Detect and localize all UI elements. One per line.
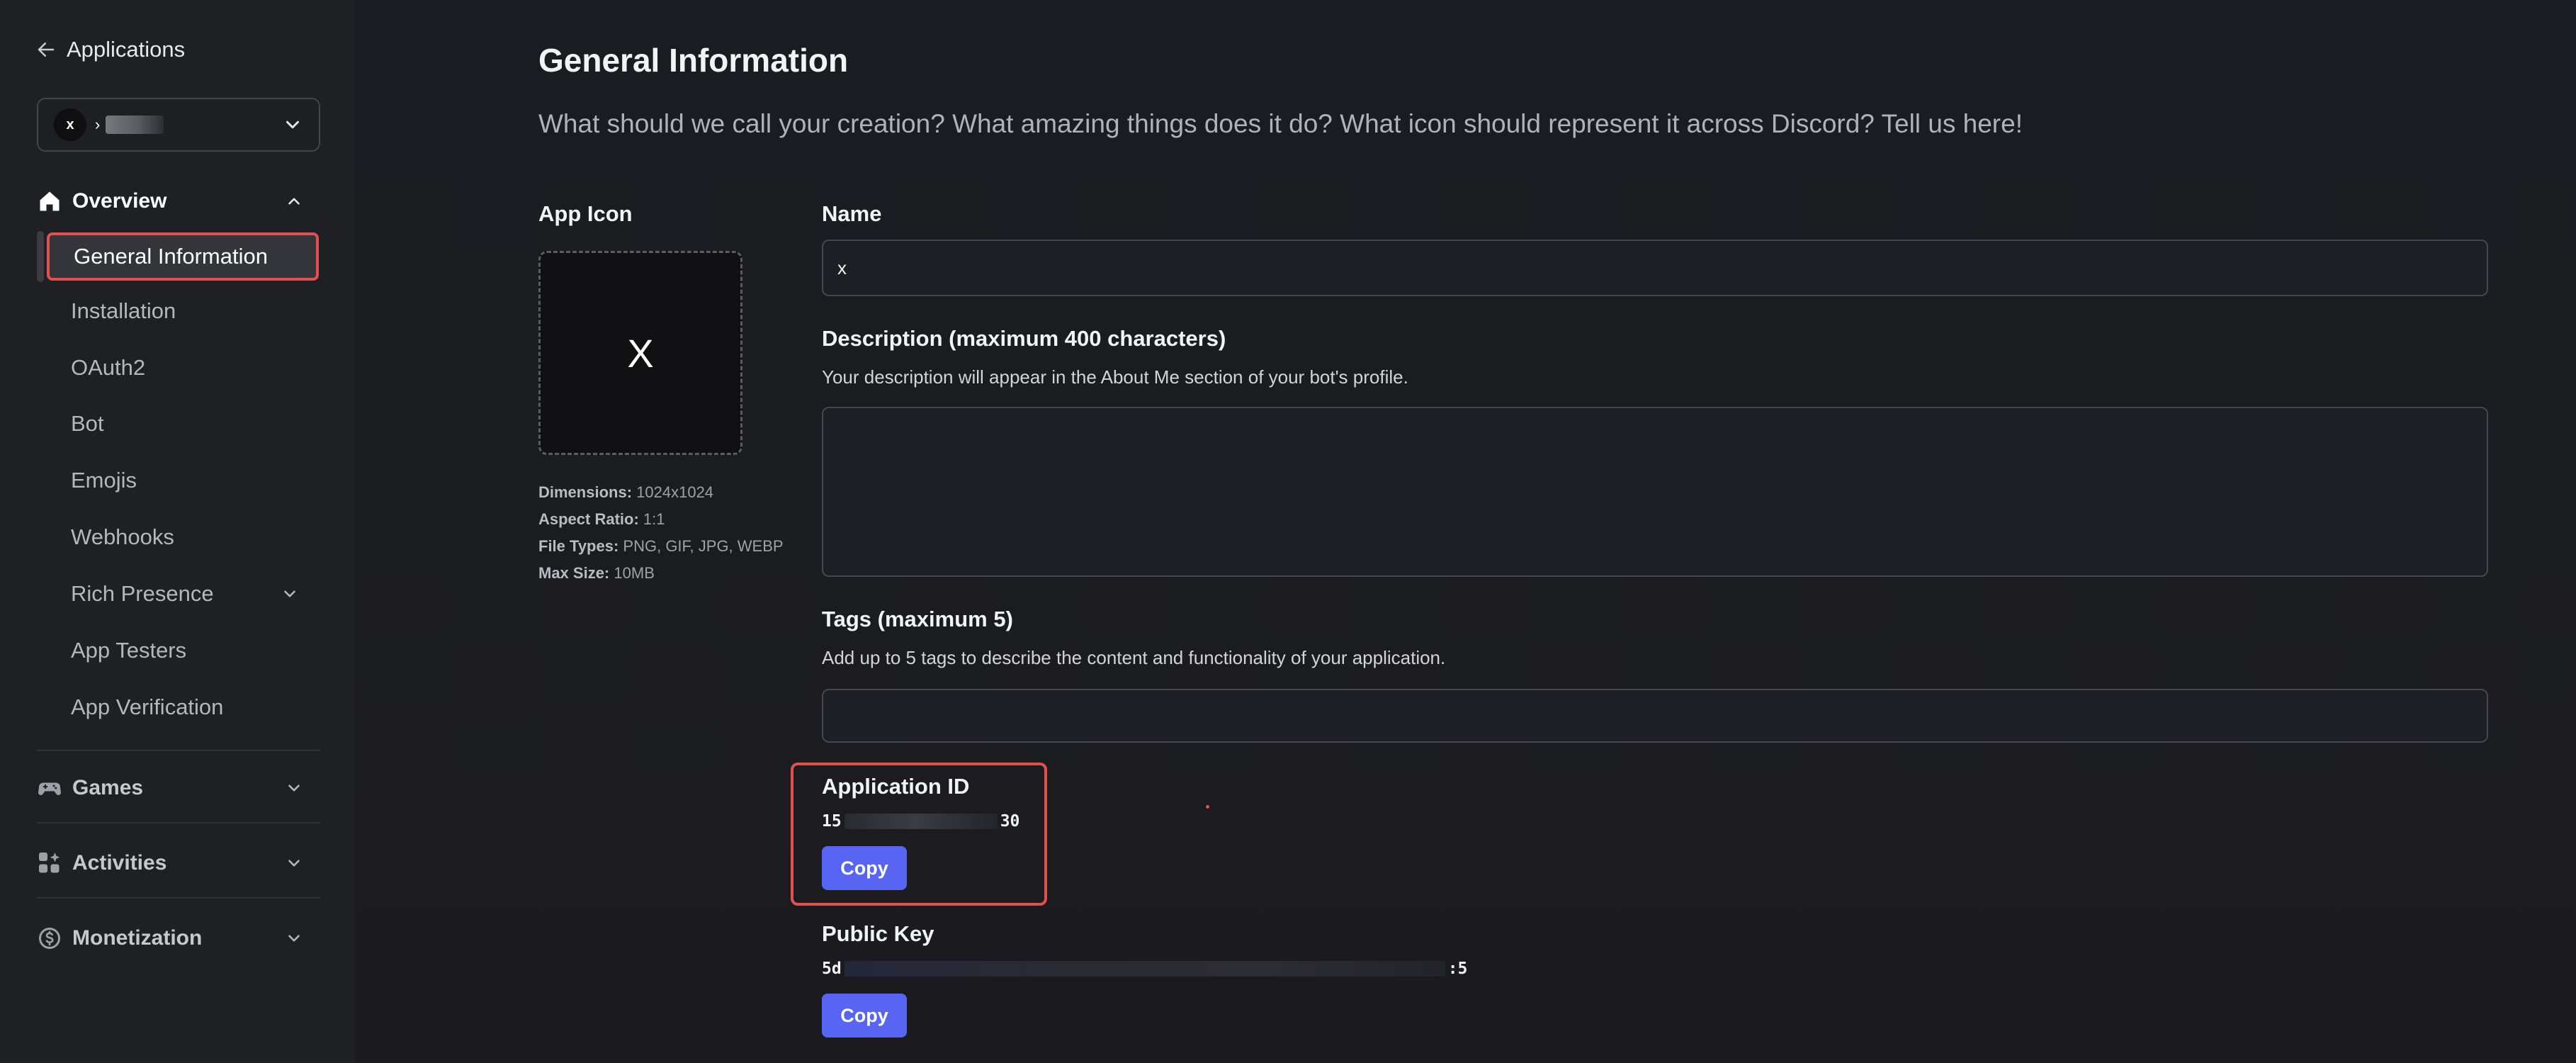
tags-label: Tags (maximum 5) [822, 607, 1013, 631]
divider [37, 822, 320, 823]
redacted-public-key [844, 961, 1445, 977]
chevron-down-icon [288, 784, 300, 792]
back-link-label: Applications [67, 37, 186, 62]
nav-section-overview[interactable]: Overview [37, 181, 320, 221]
nav-section-games[interactable]: Games [37, 768, 320, 808]
application-id-label: Application ID [822, 774, 970, 799]
sidebar-item-label: Installation [71, 298, 176, 323]
application-id-value: 15 30 [822, 812, 1019, 831]
tags-input[interactable] [822, 689, 2488, 743]
app-name: › [95, 116, 164, 134]
arrow-left-icon [38, 43, 55, 57]
description-label: Description (maximum 400 characters) [822, 326, 1226, 351]
copy-application-id-button[interactable]: Copy [822, 846, 907, 890]
name-input[interactable]: x [822, 240, 2488, 296]
divider [37, 750, 320, 751]
app-name-prefix: › [95, 116, 101, 133]
description-help: Your description will appear in the Abou… [822, 366, 1408, 388]
sidebar-item-label: App Verification [71, 694, 224, 719]
icon-meta-file-types: File Types: PNG, GIF, JPG, WEBP [538, 537, 784, 555]
nav-section-activities[interactable]: Activities [37, 843, 320, 883]
app-icon-requirements: Dimensions: 1024x1024 Aspect Ratio: 1:1 … [538, 479, 784, 587]
app-icon-label: App Icon [538, 201, 633, 226]
chevron-down-icon [286, 120, 299, 129]
sidebar-item-label: General Information [74, 244, 268, 269]
nav-section-label: Activities [72, 851, 167, 874]
sidebar-item-label: App Testers [71, 638, 187, 663]
active-indicator [37, 231, 44, 282]
application-selector[interactable]: x › [37, 98, 320, 152]
icon-meta-dimensions: Dimensions: 1024x1024 [538, 483, 714, 501]
sidebar: Applications x › Overview General Inform… [0, 0, 354, 1063]
nav-section-label: Monetization [72, 926, 203, 950]
icon-meta-aspect-ratio: Aspect Ratio: 1:1 [538, 510, 665, 528]
application-id-prefix: 15 [822, 812, 842, 831]
page-title: General Information [538, 42, 849, 79]
tags-help: Add up to 5 tags to describe the content… [822, 647, 1446, 668]
sidebar-item-bot[interactable]: Bot [47, 402, 319, 446]
app-icon-letter: X [627, 330, 654, 376]
description-textarea[interactable] [822, 407, 2488, 577]
application-id-suffix: 30 [1000, 812, 1020, 831]
main-content: General Information What should we call … [354, 0, 2576, 1063]
name-input-value: x [837, 257, 847, 279]
sidebar-item-label: OAuth2 [71, 355, 146, 380]
chevron-up-icon [288, 198, 300, 205]
redacted-app-name [106, 116, 164, 134]
sidebar-item-app-verification[interactable]: App Verification [47, 685, 319, 729]
public-key-label: Public Key [822, 921, 934, 946]
sidebar-item-app-testers[interactable]: App Testers [47, 629, 319, 673]
cursor-dot [1206, 805, 1209, 809]
monetization-icon [39, 928, 60, 949]
public-key-prefix: 5d [822, 960, 842, 978]
gamepad-icon [38, 782, 61, 795]
nav-section-monetization[interactable]: Monetization [37, 918, 320, 958]
sidebar-item-webhooks[interactable]: Webhooks [47, 515, 319, 559]
nav-section-label: Games [72, 776, 144, 799]
page-subtitle: What should we call your creation? What … [538, 109, 2023, 138]
sidebar-item-installation[interactable]: Installation [47, 289, 319, 333]
sidebar-item-oauth2[interactable]: OAuth2 [47, 346, 319, 390]
nav-section-label: Overview [72, 189, 167, 213]
sidebar-item-label: Emojis [71, 468, 137, 493]
sidebar-item-emojis[interactable]: Emojis [47, 459, 319, 502]
sidebar-item-rich-presence[interactable]: Rich Presence [47, 572, 319, 616]
icon-meta-max-size: Max Size: 10MB [538, 564, 655, 582]
public-key-suffix: :5 [1447, 960, 1468, 978]
chevron-down-icon [288, 935, 300, 942]
sidebar-item-general-information[interactable]: General Information [47, 232, 319, 281]
divider [37, 897, 320, 899]
chevron-down-icon [284, 590, 295, 597]
sidebar-item-label: Webhooks [71, 524, 174, 549]
sidebar-item-label: Rich Presence [71, 581, 214, 606]
back-to-applications-link[interactable]: Applications [35, 34, 185, 65]
activities-icon [39, 853, 60, 873]
chevron-down-icon [288, 860, 300, 867]
copy-public-key-button[interactable]: Copy [822, 994, 907, 1037]
sidebar-item-label: Bot [71, 411, 104, 436]
app-avatar: x [54, 108, 86, 141]
redacted-application-id [844, 814, 998, 829]
name-label: Name [822, 201, 882, 226]
home-icon [40, 191, 60, 211]
app-icon-upload[interactable]: X [538, 251, 742, 455]
public-key-value: 5d :5 [822, 960, 1467, 978]
